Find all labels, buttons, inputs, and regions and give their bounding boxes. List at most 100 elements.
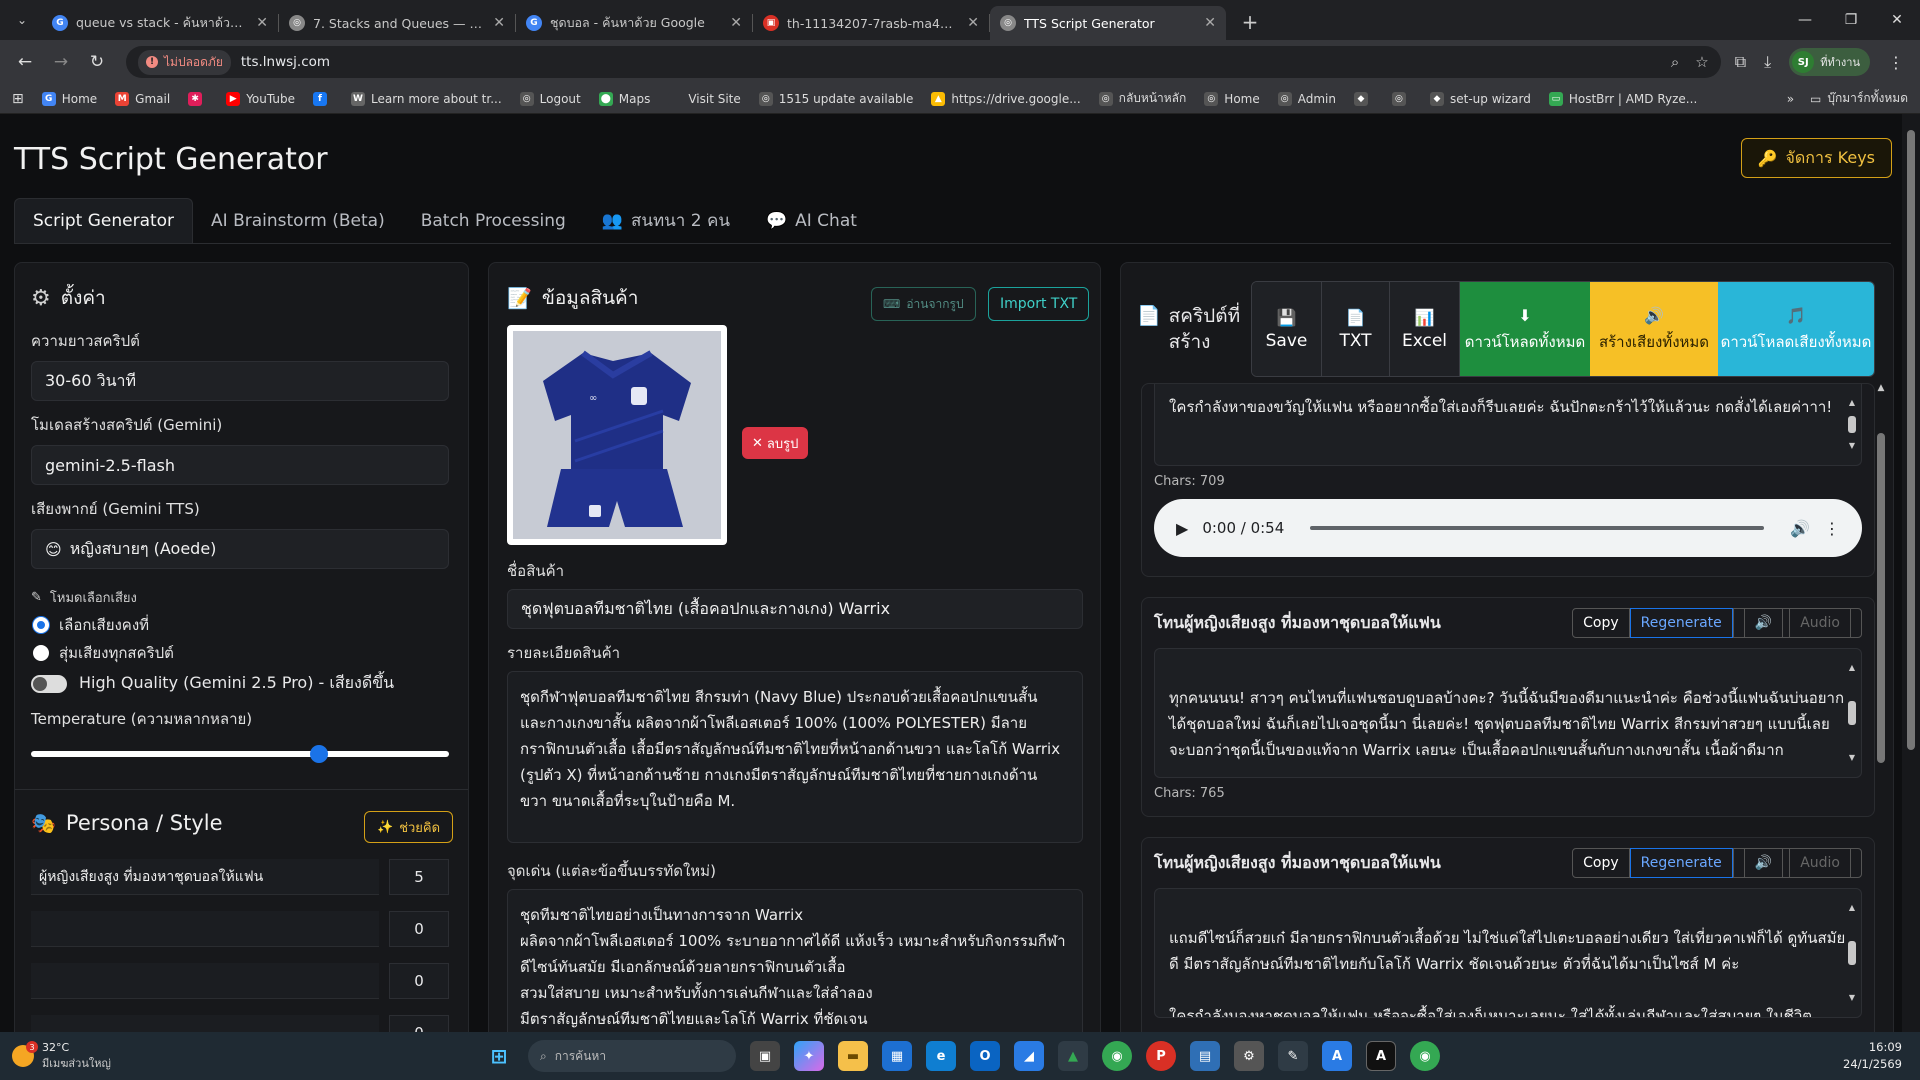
apps-grid-icon[interactable]: ⊞ xyxy=(12,91,24,107)
vscode-icon[interactable]: A xyxy=(1322,1041,1352,1071)
bookmark-item[interactable]: Visit Site xyxy=(668,91,741,106)
new-tab-button[interactable]: + xyxy=(1236,10,1264,34)
close-tab-icon[interactable]: ✕ xyxy=(493,15,505,31)
persona-name-input[interactable] xyxy=(31,911,379,947)
profile-chip[interactable]: SJ ที่ทำงาน xyxy=(1789,48,1870,76)
slider-thumb[interactable] xyxy=(310,745,329,763)
persona-count-input[interactable]: 0 xyxy=(389,911,449,947)
close-tab-icon[interactable]: ✕ xyxy=(967,15,979,31)
bookmark-item[interactable]: G Home xyxy=(41,91,97,106)
manage-keys-button[interactable]: 🔑 จัดการ Keys xyxy=(1740,138,1892,178)
audio-progress-bar[interactable] xyxy=(1310,526,1765,530)
tab-3[interactable]: 👥 สนทนา 2 คน xyxy=(584,198,748,243)
bookmark-item[interactable]: ◎ xyxy=(1391,91,1412,106)
bookmark-item[interactable]: ▭ HostBrr | AMD Ryze... xyxy=(1548,91,1697,106)
close-window-icon[interactable]: ✕ xyxy=(1874,0,1920,40)
close-tab-icon[interactable]: ✕ xyxy=(730,15,742,31)
chart-app-icon[interactable]: ◢ xyxy=(1014,1041,1044,1071)
voice-select[interactable]: 😊 หญิงสบายๆ (Aoede) xyxy=(31,529,449,569)
script-text[interactable]: แถมดีไซน์ก็สวยเก๋ มีลายกราฟิกบนตัวเสื้อด… xyxy=(1154,888,1862,1018)
copy-button[interactable]: Copy xyxy=(1572,848,1630,878)
page-scrollbar[interactable] xyxy=(1902,114,1920,1032)
bookmark-item[interactable]: ◆ set-up wizard xyxy=(1429,91,1531,106)
volume-icon[interactable]: 🔊 xyxy=(1790,519,1810,538)
tab-search-chevron-icon[interactable]: ⌄ xyxy=(8,6,36,34)
store-icon[interactable]: ▦ xyxy=(882,1041,912,1071)
browser-tab[interactable]: G ชุดบอล - ค้นหาด้วย Google ✕ xyxy=(516,6,752,40)
close-tab-icon[interactable]: ✕ xyxy=(1204,15,1216,31)
copilot-icon[interactable]: ✦ xyxy=(794,1041,824,1071)
tool-button[interactable]: 📊 Excel xyxy=(1390,282,1460,376)
scrollbar[interactable]: ▲ ▼ xyxy=(1847,895,1857,1011)
bookmark-item[interactable]: ◎ กลับหน้าหลัก xyxy=(1098,89,1186,108)
task-view-icon[interactable]: ▣ xyxy=(750,1041,780,1071)
scripts-scrollbar[interactable]: ▲ xyxy=(1875,383,1887,1032)
model-select[interactable]: gemini-2.5-flash xyxy=(31,445,449,485)
reload-icon[interactable]: ↻ xyxy=(82,47,112,77)
regenerate-button[interactable]: Regenerate xyxy=(1629,848,1733,878)
weather-widget[interactable]: 3 32°C มีเมฆส่วนใหญ่ xyxy=(12,1041,212,1072)
restore-icon[interactable]: ❐ xyxy=(1828,0,1874,40)
temperature-slider[interactable] xyxy=(31,745,449,763)
copy-button[interactable]: Copy xyxy=(1572,608,1630,638)
persona-name-input[interactable] xyxy=(31,963,379,999)
tool-button[interactable]: 💾 Save xyxy=(1252,282,1322,376)
length-select[interactable]: 30-60 วินาที xyxy=(31,361,449,401)
tab-4[interactable]: 💬 AI Chat xyxy=(748,198,875,243)
regenerate-button[interactable]: Regenerate xyxy=(1629,608,1733,638)
extensions-icon[interactable]: ⧉ xyxy=(1735,52,1746,72)
product-name-input[interactable]: ชุดฟุตบอลทีมชาติไทย (เสื้อคอปกและกางเกง)… xyxy=(507,589,1083,629)
bookmark-item[interactable]: M Gmail xyxy=(115,91,170,106)
browser-tab[interactable]: ◎ 7. Stacks and Queues — Data S ✕ xyxy=(279,6,515,40)
tool-button[interactable]: 🎵 ดาวน์โหลดเสียงทั้งหมด xyxy=(1718,282,1874,376)
tab-2[interactable]: Batch Processing xyxy=(403,198,584,243)
bookmark-item[interactable]: ◎ Home xyxy=(1204,91,1260,106)
zoom-icon[interactable]: ⌕ xyxy=(1671,53,1679,71)
audio-button[interactable]: 🔊 Audio xyxy=(1732,848,1862,878)
voice-mode-fixed-radio[interactable]: เลือกเสียงคงที่ xyxy=(33,613,149,637)
remote-desktop-icon[interactable]: ▤ xyxy=(1190,1041,1220,1071)
downloads-icon[interactable]: ⤓ xyxy=(1764,52,1771,72)
scrollbar[interactable]: ▲ ▼ xyxy=(1847,390,1857,459)
more-bookmarks-icon[interactable]: » xyxy=(1787,92,1794,106)
outlook-icon[interactable]: O xyxy=(970,1041,1000,1071)
drive-icon[interactable]: ▲ xyxy=(1058,1041,1088,1071)
persona-count-input[interactable]: 5 xyxy=(389,859,449,895)
tool-button[interactable]: ⬇ ดาวน์โหลดทั้งหมด xyxy=(1460,282,1590,376)
highlights-textarea[interactable]: ชุดทีมชาติไทยอย่างเป็นทางการจาก Warrix ผล… xyxy=(507,889,1083,1032)
back-arrow-icon[interactable]: ← xyxy=(10,47,40,77)
bookmark-item[interactable]: ▲ https://drive.google... xyxy=(931,91,1081,106)
browser-tab[interactable]: G queue vs stack - ค้นหาด้วย Google ✕ xyxy=(42,6,278,40)
terminal-icon[interactable]: A xyxy=(1366,1041,1396,1071)
audio-button[interactable]: 🔊 Audio xyxy=(1732,608,1862,638)
bookmark-item[interactable]: ◎ Logout xyxy=(519,91,581,106)
bookmark-item[interactable]: ◎ 1515 update available xyxy=(758,91,913,106)
script-text[interactable]: ใครกำลังหาของขวัญให้แฟน หรืออยากซื้อใส่เ… xyxy=(1154,384,1862,466)
taskbar-search[interactable]: ⌕ การค้นหา xyxy=(528,1040,736,1072)
voice-mode-random-radio[interactable]: สุ่มเสียงทุกสคริปต์ xyxy=(33,641,174,665)
tab-0[interactable]: Script Generator xyxy=(14,198,194,243)
close-tab-icon[interactable]: ✕ xyxy=(256,15,268,31)
bookmark-item[interactable]: W Learn more about tr... xyxy=(350,91,502,106)
import-txt-button[interactable]: Import TXT xyxy=(988,287,1090,321)
play-icon[interactable]: ▶ xyxy=(1176,519,1188,538)
bookmark-item[interactable]: ▶ YouTube xyxy=(226,91,295,106)
remove-image-button[interactable]: ✕ ลบรูป xyxy=(742,427,809,459)
persona-help-button[interactable]: ✨ ช่วยคิด xyxy=(364,811,454,843)
product-detail-textarea[interactable]: ชุดกีฬาฟุตบอลทีมชาติไทย สีกรมท่า (Navy B… xyxy=(507,671,1083,843)
minimize-icon[interactable]: — xyxy=(1782,0,1828,40)
read-from-image-button[interactable]: ⌨ อ่านจากรูป xyxy=(871,287,976,321)
persona-count-input[interactable]: 0 xyxy=(389,1015,449,1032)
script-text[interactable]: ทุกคนนนน! สาวๆ คนไหนที่แฟนชอบดูบอลบ้างคะ… xyxy=(1154,648,1862,778)
pdf-icon[interactable]: P xyxy=(1146,1041,1176,1071)
persona-count-input[interactable]: 0 xyxy=(389,963,449,999)
bookmark-item[interactable]: ◆ xyxy=(1353,91,1374,106)
bookmark-item[interactable]: ◎ Admin xyxy=(1277,91,1336,106)
tool-button[interactable]: 📄 TXT xyxy=(1322,282,1390,376)
persona-name-input[interactable] xyxy=(31,1015,379,1032)
forward-arrow-icon[interactable]: → xyxy=(46,47,76,77)
chrome-profile-icon[interactable]: ◉ xyxy=(1410,1041,1440,1071)
more-options-icon[interactable]: ⋮ xyxy=(1824,519,1840,538)
persona-name-input[interactable]: ผู้หญิงเสียงสูง ที่มองหาชุดบอลให้แฟน xyxy=(31,859,379,895)
edge-icon[interactable]: e xyxy=(926,1041,956,1071)
